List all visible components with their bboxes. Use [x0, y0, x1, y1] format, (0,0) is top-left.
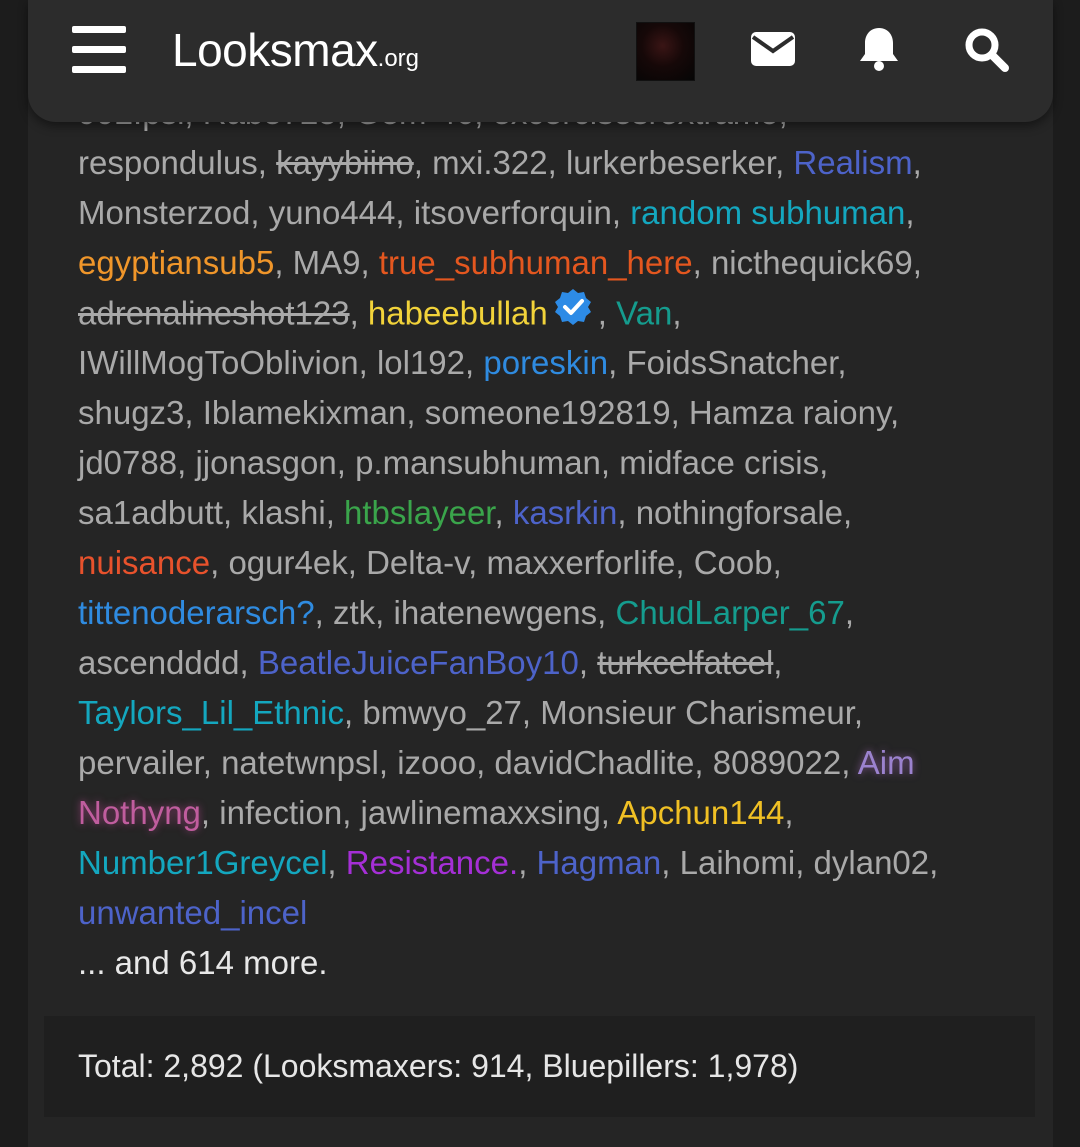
bell-icon[interactable] [859, 26, 899, 77]
member-link-aim-nothyng[interactable]: Aim [858, 744, 915, 781]
member-link[interactable]: pervailer [78, 744, 203, 781]
member-link[interactable]: nicthequick69 [711, 244, 913, 281]
member-link[interactable]: midface crisis [619, 444, 819, 481]
member-link[interactable]: Apchun144 [617, 794, 784, 831]
member-link[interactable]: bmwyo_27 [362, 694, 522, 731]
member-link[interactable]: adrenalineshot123 [78, 295, 350, 332]
member-link[interactable]: ztk [333, 594, 375, 631]
member-link[interactable]: natetwnpsl [221, 744, 379, 781]
menu-icon[interactable] [72, 26, 126, 74]
member-link[interactable]: izooo [397, 744, 476, 781]
member-link[interactable]: Realism [793, 144, 912, 181]
member-link[interactable]: 8089022 [713, 744, 841, 781]
member-link[interactable]: yuno444 [269, 194, 396, 231]
member-link[interactable]: true_subhuman_here [379, 244, 693, 281]
online-total-text: Total: 2,892 (Looksmaxers: 914, Bluepill… [78, 1048, 799, 1084]
member-link[interactable]: Monsterzod [78, 194, 250, 231]
member-link[interactable]: Laihomi [680, 844, 796, 881]
more-members-text[interactable]: ... and 614 more. [78, 938, 998, 988]
member-link[interactable]: sa1adbutt [78, 494, 223, 531]
member-link[interactable]: jawlinemaxxsing [361, 794, 601, 831]
member-link[interactable]: poreskin [483, 344, 608, 381]
member-link[interactable]: itsoverforquin [414, 194, 612, 231]
member-link[interactable]: shugz3 [78, 394, 184, 431]
member-link[interactable]: ogur4ek [228, 544, 347, 581]
online-members-list: 992.psl, Rabe725, Gem-46, excercisesrext… [78, 88, 998, 988]
search-icon[interactable] [964, 27, 1010, 78]
member-link[interactable]: maxxerforlife [486, 544, 675, 581]
member-link[interactable]: Resistance. [346, 844, 518, 881]
user-avatar[interactable] [636, 22, 695, 81]
member-link[interactable]: ihatenewgens [394, 594, 598, 631]
member-link[interactable]: Coob [694, 544, 773, 581]
verified-badge-icon [554, 288, 592, 340]
mail-icon[interactable] [750, 31, 796, 72]
member-link[interactable]: infection [219, 794, 342, 831]
member-link[interactable]: htbslayeer [344, 494, 494, 531]
member-link[interactable]: ascendddd [78, 644, 239, 681]
member-link[interactable]: MA9 [293, 244, 361, 281]
member-link[interactable]: BeatleJuiceFanBoy10 [258, 644, 579, 681]
member-link[interactable]: lol192 [377, 344, 465, 381]
member-link[interactable]: habeebullah [368, 295, 548, 332]
member-link[interactable]: kayybiino [276, 144, 414, 181]
member-link[interactable]: mxi.322 [432, 144, 548, 181]
member-link-aim-nothyng-cont[interactable]: Nothyng [78, 794, 201, 831]
member-link[interactable]: Hamza raiony [689, 394, 890, 431]
member-link[interactable]: jd0788 [78, 444, 177, 481]
member-link[interactable]: respondulus [78, 144, 258, 181]
member-link[interactable]: p.mansubhuman [355, 444, 601, 481]
member-link[interactable]: kasrkin [513, 494, 618, 531]
member-link[interactable]: Taylors_Lil_Ethnic [78, 694, 344, 731]
member-link[interactable]: tittenoderarsch? [78, 594, 315, 631]
member-link[interactable]: someone192819 [425, 394, 671, 431]
member-link[interactable]: Hagman [537, 844, 662, 881]
member-link[interactable]: turkcelfatcel [597, 644, 773, 681]
member-link[interactable]: unwanted_incel [78, 894, 307, 931]
site-logo[interactable]: Looksmax.org [172, 22, 419, 87]
member-link[interactable]: Monsieur Charismeur [540, 694, 854, 731]
logo-suffix: .org [377, 45, 420, 72]
member-link[interactable]: FoidsSnatcher [626, 344, 837, 381]
member-link[interactable]: IWillMogToOblivion [78, 344, 359, 381]
member-link[interactable]: klashi [241, 494, 325, 531]
member-link[interactable]: jjonasgon [195, 444, 336, 481]
member-link[interactable]: nothingforsale [636, 494, 843, 531]
member-link[interactable]: nuisance [78, 544, 210, 581]
member-link[interactable]: random subhuman [630, 194, 905, 231]
member-link[interactable]: lurkerbeserker [566, 144, 775, 181]
member-link[interactable]: ChudLarper_67 [616, 594, 845, 631]
member-link[interactable]: Number1Greycel [78, 844, 327, 881]
logo-text: Looksmax [172, 24, 378, 76]
member-link[interactable]: Delta-v [366, 544, 468, 581]
member-link[interactable]: Van [616, 295, 672, 332]
member-link[interactable]: egyptiansub5 [78, 244, 274, 281]
member-link[interactable]: Iblamekixman [203, 394, 407, 431]
member-link[interactable]: dylan02 [814, 844, 930, 881]
member-link[interactable]: davidChadlite [494, 744, 694, 781]
